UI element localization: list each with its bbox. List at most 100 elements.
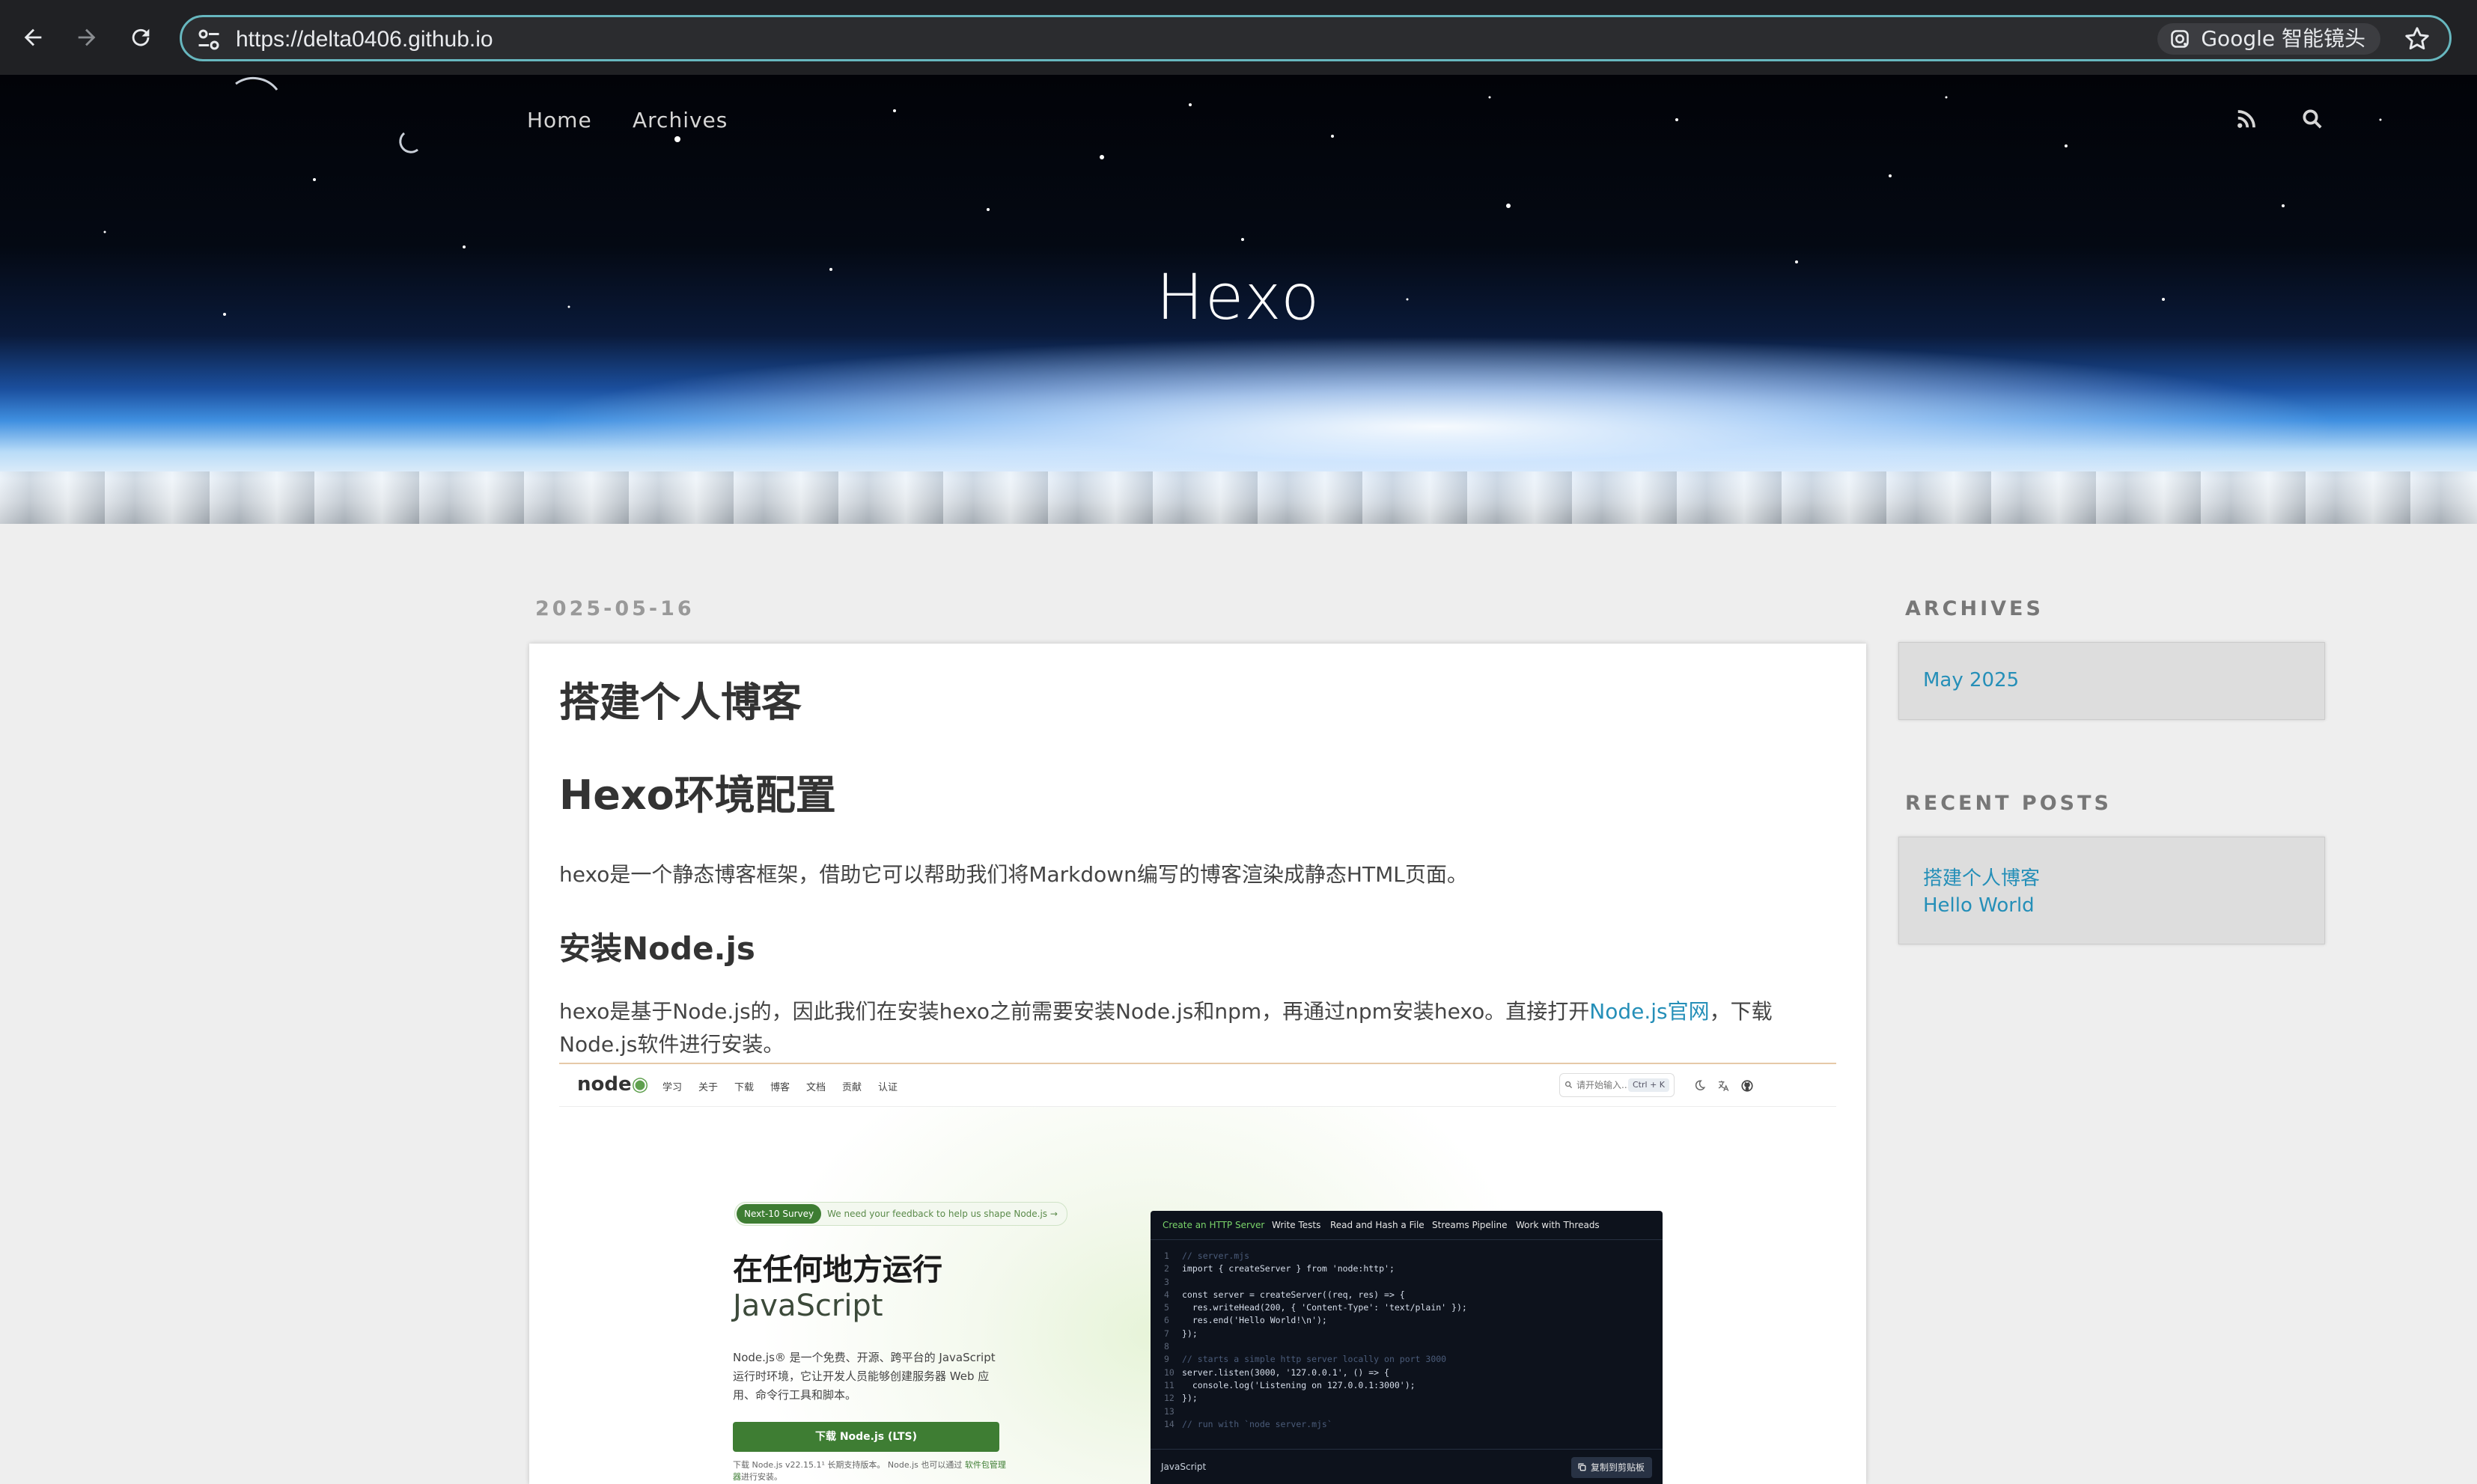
paragraph-install: hexo是基于Node.js的，因此我们在安装hexo之前需要安装Node.js… xyxy=(559,995,1841,1061)
nodejs-menu-item: 下载 xyxy=(734,1082,755,1093)
code-tab: Read and Hash a File xyxy=(1330,1220,1425,1230)
code-text: }); xyxy=(1182,1328,1198,1339)
site-title[interactable]: Hexo xyxy=(0,260,2477,334)
post-date[interactable]: 2025-05-16 xyxy=(535,597,695,620)
url-text[interactable]: https://delta0406.github.io xyxy=(236,26,493,53)
recent-post-link[interactable]: Hello World xyxy=(1923,894,2035,917)
code-text: // starts a simple http server locally o… xyxy=(1182,1354,1447,1365)
arrow-right-icon xyxy=(78,28,96,46)
google-lens-button[interactable]: Google 智能镜头 xyxy=(2157,23,2380,55)
copy-label: 复制到剪贴板 xyxy=(1590,1462,1645,1473)
line-number: 4 xyxy=(1164,1289,1169,1300)
archives-widget: May 2025 xyxy=(1898,642,2325,720)
nodejs-menu-item: 贡献 xyxy=(842,1082,862,1093)
code-text: // server.mjs xyxy=(1182,1251,1250,1261)
nodejs-menu-item: 学习 xyxy=(662,1082,683,1093)
code-line: 7}); xyxy=(1164,1328,1467,1340)
line-number: 8 xyxy=(1164,1341,1169,1352)
nodejs-logo-text: node xyxy=(577,1073,632,1096)
nodejs-download-note: 下载 Node.js v22.15.1¹ 长期支持版本。 Node.js 也可以… xyxy=(733,1459,1010,1483)
code-line: 10 server.listen(3000, '127.0.0.1', () =>… xyxy=(1164,1367,1467,1379)
heading-install-node: 安装Node.js xyxy=(559,930,755,967)
code-line: 1 // server.mjs xyxy=(1164,1250,1467,1262)
code-text: // run with `node server.mjs` xyxy=(1182,1418,1332,1429)
reload-button[interactable] xyxy=(123,19,159,55)
nav-home-link[interactable]: Home xyxy=(527,108,592,132)
line-number: 3 xyxy=(1164,1276,1169,1287)
github-icon xyxy=(1741,1080,1753,1092)
search-icon[interactable] xyxy=(2301,108,2324,130)
code-language: JavaScript xyxy=(1161,1462,1207,1472)
line-number: 5 xyxy=(1164,1302,1169,1313)
code-line: 8 xyxy=(1164,1340,1467,1353)
nodejs-menu-item: 文档 xyxy=(806,1082,826,1093)
nodejs-heading-1: 在任何地方运行 xyxy=(733,1253,942,1287)
code-text: const server = createServer((req, res) =… xyxy=(1182,1289,1405,1300)
arrow-left-icon xyxy=(24,28,42,46)
survey-badge: Next-10 Survey xyxy=(737,1204,822,1224)
paragraph-intro: hexo是一个静态博客框架，借助它可以帮助我们将Markdown编写的博客渲染成… xyxy=(559,862,1468,887)
forward-button[interactable] xyxy=(69,19,105,55)
google-lens-icon xyxy=(2171,30,2190,48)
archive-link-may-2025[interactable]: May 2025 xyxy=(1923,669,2019,691)
nodejs-survey-banner: Next-10 Survey We need your feedback to h… xyxy=(734,1202,1067,1226)
recent-post-link[interactable]: 搭建个人博客 xyxy=(1923,863,2040,891)
archives-widget-title: ARCHIVES xyxy=(1905,597,2044,620)
code-text: }); xyxy=(1182,1393,1198,1404)
copy-icon xyxy=(1578,1463,1586,1471)
nodejs-menu-item: 博客 xyxy=(770,1082,790,1093)
browser-toolbar: https://delta0406.github.io Google 智能镜头 xyxy=(0,0,2477,75)
translate-icon xyxy=(1718,1081,1729,1092)
reload-icon xyxy=(132,28,150,46)
note-text: 下载 Node.js v22.15.1¹ 长期支持版本。 Node.js 也可以… xyxy=(733,1460,963,1470)
code-text: import { createServer } from 'node:http'… xyxy=(1182,1263,1395,1274)
line-number: 6 xyxy=(1164,1315,1169,1326)
back-button[interactable] xyxy=(15,19,51,55)
line-number: 1 xyxy=(1164,1251,1169,1261)
article-card: 搭建个人博客 Hexo环境配置 hexo是一个静态博客框架，借助它可以帮助我们将… xyxy=(529,644,1866,1484)
line-number: 2 xyxy=(1164,1263,1169,1274)
nodejs-site-link[interactable]: Node.js官网 xyxy=(1589,999,1709,1024)
nodejs-menu-item: 认证 xyxy=(878,1082,898,1093)
line-number: 12 xyxy=(1164,1393,1174,1404)
code-line: 13 xyxy=(1164,1405,1467,1418)
nav-archives-link[interactable]: Archives xyxy=(633,108,728,132)
code-tab: Streams Pipeline xyxy=(1432,1220,1508,1230)
code-line: 4 const server = createServer((req, res) … xyxy=(1164,1289,1467,1301)
paragraph-text: hexo是基于Node.js的，因此我们在安装hexo之前需要安装Node.js… xyxy=(559,999,1590,1024)
line-number: 13 xyxy=(1164,1405,1174,1417)
line-number: 7 xyxy=(1164,1328,1169,1339)
nodejs-download-button: 下载 Node.js (LTS) xyxy=(733,1422,999,1452)
code-tab: Work with Threads xyxy=(1516,1220,1600,1230)
bookmark-star-icon[interactable] xyxy=(2403,25,2431,53)
nodejs-description: Node.js® 是一个免费、开源、跨平台的 JavaScript 运行时环境，… xyxy=(733,1351,996,1402)
line-number: 10 xyxy=(1164,1367,1174,1378)
nodejs-code-panel: Create an HTTP Server Write Tests Read a… xyxy=(1151,1211,1663,1484)
nodejs-logo-dot: ◉ xyxy=(631,1073,649,1096)
code-line: 6 res.end('Hello World!\n'); xyxy=(1164,1314,1467,1327)
rss-icon[interactable] xyxy=(2235,108,2258,130)
nodejs-navbar: node◉ 学习 关于 下载 博客 文档 贡献 认证 请开始输入... Ctrl… xyxy=(559,1064,1836,1107)
nodejs-heading-2: JavaScript xyxy=(733,1289,883,1323)
code-line: 3 xyxy=(1164,1276,1467,1289)
nodejs-search-shortcut: Ctrl + K xyxy=(1628,1078,1669,1092)
address-bar[interactable]: https://delta0406.github.io Google 智能镜头 xyxy=(180,15,2452,61)
nodejs-logo: node◉ xyxy=(577,1073,648,1096)
code-tab: Create an HTTP Server xyxy=(1163,1220,1265,1230)
nodejs-search-box: 请开始输入... Ctrl + K xyxy=(1559,1073,1675,1097)
code-line: 14 // run with `node server.mjs` xyxy=(1164,1418,1467,1431)
code-line: 2 import { createServer } from 'node:http… xyxy=(1164,1262,1467,1275)
hero-banner: Home Archives Hexo xyxy=(0,75,2477,524)
line-number: 14 xyxy=(1164,1418,1174,1429)
moon-icon xyxy=(1695,1080,1706,1090)
code-block: 1 // server.mjs 2 import { createServer } f… xyxy=(1164,1250,1467,1431)
recent-posts-widget-title: RECENT POSTS xyxy=(1905,792,2112,815)
post-title[interactable]: 搭建个人博客 xyxy=(559,669,802,728)
line-number: 11 xyxy=(1164,1379,1174,1390)
search-icon xyxy=(1564,1081,1573,1089)
code-text: console.log('Listening on 127.0.0.1:3000… xyxy=(1182,1379,1416,1390)
code-line: 11 console.log('Listening on 127.0.0.1:3… xyxy=(1164,1379,1467,1392)
site-info-icon[interactable] xyxy=(195,26,222,53)
copy-code-button: 复制到剪贴板 xyxy=(1570,1457,1652,1478)
note-text: 进行安装。 xyxy=(741,1472,782,1482)
